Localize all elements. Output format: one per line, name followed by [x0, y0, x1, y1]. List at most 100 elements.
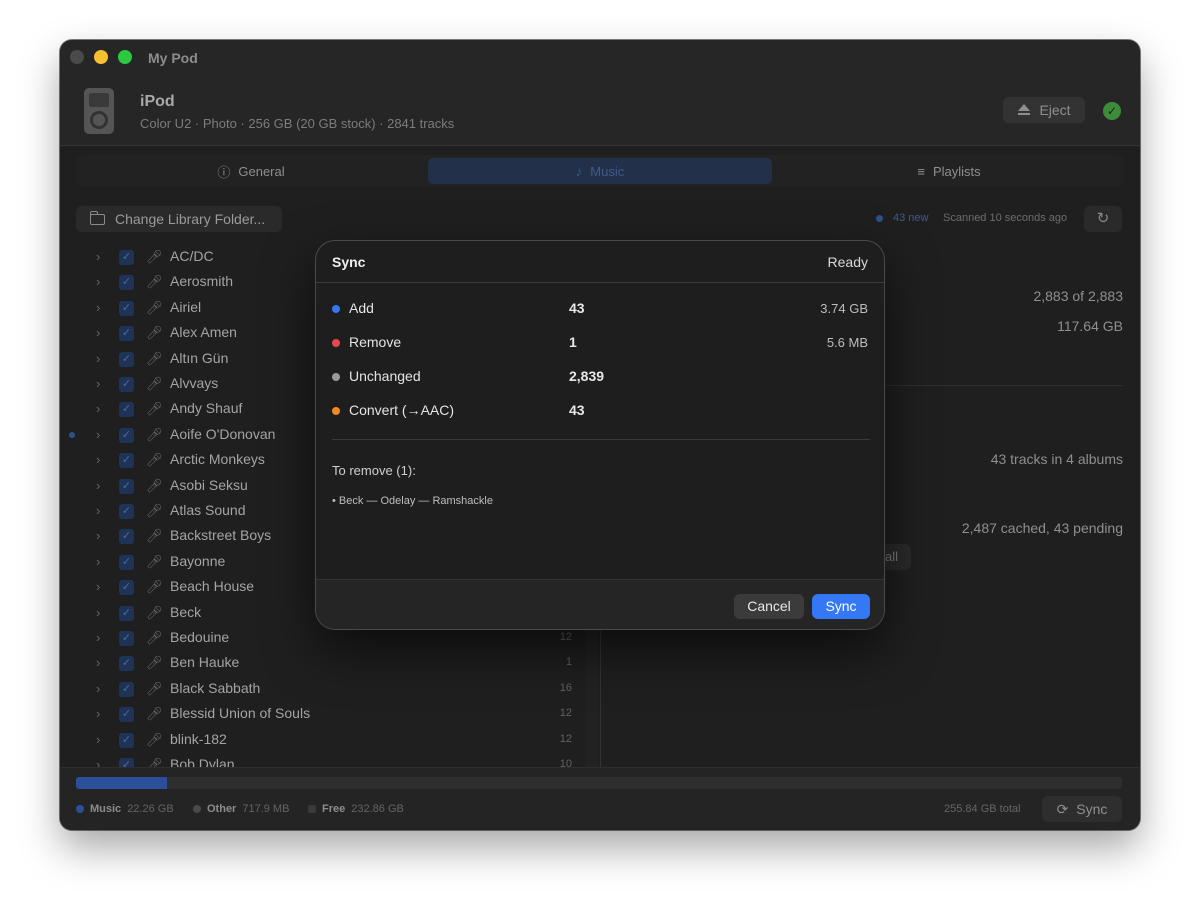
- chevron-right-icon[interactable]: ›: [96, 452, 100, 467]
- artist-checkbox[interactable]: ✓: [119, 427, 134, 443]
- artist-track-count: 12: [559, 631, 572, 643]
- artist-checkbox[interactable]: ✓: [119, 758, 134, 767]
- artist-name: Airiel: [170, 298, 202, 315]
- chevron-right-icon[interactable]: ›: [96, 249, 100, 264]
- chevron-right-icon[interactable]: ›: [96, 300, 100, 315]
- artist-checkbox[interactable]: ✓: [119, 681, 134, 697]
- artist-checkbox[interactable]: ✓: [119, 453, 134, 469]
- microphone-icon: 🎤︎: [146, 528, 163, 544]
- window-title: My Pod: [148, 50, 198, 66]
- microphone-icon: 🎤︎: [146, 274, 163, 290]
- tab-playlists[interactable]: ≡ Playlists: [774, 158, 1124, 184]
- chevron-right-icon[interactable]: ›: [96, 655, 100, 670]
- artist-checkbox[interactable]: ✓: [119, 580, 134, 596]
- sync-icon: ⟳: [1056, 800, 1069, 817]
- sync-button[interactable]: Sync: [812, 594, 870, 619]
- chevron-right-icon[interactable]: ›: [96, 503, 100, 518]
- chevron-right-icon[interactable]: ›: [96, 401, 100, 416]
- artist-checkbox[interactable]: ✓: [119, 656, 134, 672]
- artist-checkbox[interactable]: ✓: [119, 631, 134, 646]
- status-dot: [332, 373, 340, 381]
- new-tracks-summary: 43 tracks in 4 albums: [990, 451, 1123, 467]
- new-indicator-dot: [876, 215, 883, 222]
- dialog-status: Ready: [827, 254, 868, 270]
- chevron-right-icon[interactable]: ›: [96, 630, 100, 645]
- chevron-right-icon[interactable]: ›: [96, 554, 100, 569]
- legend-label: Other: [207, 803, 237, 815]
- remove-list-title: To remove (1):: [332, 463, 416, 478]
- artist-name: Blessid Union of Souls: [170, 705, 311, 722]
- chevron-right-icon[interactable]: ›: [96, 528, 100, 543]
- artist-row[interactable]: › ✓ 🎤︎ Ben Hauke 1: [60, 651, 586, 676]
- artist-track-count: 10: [559, 758, 572, 767]
- artist-checkbox[interactable]: ✓: [119, 275, 134, 291]
- microphone-icon: 🎤︎: [146, 325, 163, 341]
- microphone-icon: 🎤︎: [146, 579, 163, 595]
- artist-checkbox[interactable]: ✓: [119, 351, 134, 367]
- artist-track-count: 1: [565, 656, 572, 669]
- device-name: iPod: [140, 93, 175, 110]
- maximize-window-button[interactable]: [118, 50, 132, 64]
- artist-row[interactable]: › ✓ 🎤︎ Black Sabbath 16: [60, 677, 586, 702]
- artist-checkbox[interactable]: ✓: [119, 554, 134, 570]
- sync-row-count: 43: [569, 300, 585, 316]
- sync-label: Sync: [1076, 801, 1108, 817]
- artist-row[interactable]: › ✓ 🎤︎ Bob Dylan 10: [60, 753, 586, 767]
- chevron-right-icon[interactable]: ›: [96, 478, 100, 493]
- artist-checkbox[interactable]: ✓: [119, 529, 134, 545]
- microphone-icon: 🎤︎: [146, 452, 163, 468]
- all-button[interactable]: all: [883, 544, 911, 570]
- microphone-icon: 🎤︎: [146, 655, 163, 671]
- chevron-right-icon[interactable]: ›: [96, 757, 100, 767]
- change-library-folder-button[interactable]: Change Library Folder...: [76, 206, 282, 232]
- eject-button[interactable]: Eject: [1003, 97, 1085, 123]
- sync-row-count: 2,839: [569, 368, 605, 384]
- status-dot: [332, 339, 340, 347]
- artist-track-count: 12: [559, 707, 572, 720]
- chevron-right-icon[interactable]: ›: [96, 351, 100, 366]
- microphone-icon: 🎤︎: [146, 376, 163, 391]
- microphone-icon: 🎤︎: [146, 553, 163, 569]
- artist-checkbox[interactable]: ✓: [119, 605, 134, 621]
- chevron-right-icon[interactable]: ›: [96, 274, 100, 289]
- artist-checkbox[interactable]: ✓: [119, 732, 134, 748]
- sync-row-size: 5.6 MB: [826, 335, 868, 350]
- minimize-window-button[interactable]: [94, 50, 108, 64]
- chevron-right-icon[interactable]: ›: [96, 605, 100, 620]
- artist-name: Asobi Seksu: [170, 476, 248, 493]
- legend-value: 232.86 GB: [351, 803, 404, 815]
- refresh-button[interactable]: ↻: [1084, 206, 1122, 232]
- chevron-right-icon[interactable]: ›: [96, 732, 100, 747]
- device-subtitle: Color U2 · Photo · 256 GB (20 GB stock) …: [140, 116, 455, 131]
- chevron-right-icon[interactable]: ›: [96, 681, 100, 696]
- tab-general[interactable]: ⓘ General: [76, 158, 426, 184]
- chevron-right-icon[interactable]: ›: [96, 325, 100, 340]
- chevron-right-icon[interactable]: ›: [96, 706, 100, 721]
- artist-checkbox[interactable]: ✓: [119, 377, 134, 392]
- dialog-divider: [332, 439, 870, 440]
- artist-checkbox[interactable]: ✓: [119, 504, 134, 519]
- artist-checkbox[interactable]: ✓: [119, 326, 134, 342]
- artist-checkbox[interactable]: ✓: [119, 300, 134, 316]
- close-window-button[interactable]: [70, 50, 84, 64]
- chevron-right-icon[interactable]: ›: [96, 579, 100, 594]
- artist-checkbox[interactable]: ✓: [119, 707, 134, 723]
- music-storage-fill: [76, 777, 167, 789]
- artist-checkbox[interactable]: ✓: [119, 250, 134, 265]
- artist-checkbox[interactable]: ✓: [119, 478, 134, 494]
- cancel-button[interactable]: Cancel: [734, 594, 804, 619]
- artist-checkbox[interactable]: ✓: [119, 402, 134, 418]
- sync-row-count: 1: [569, 334, 577, 350]
- artist-name: Black Sabbath: [170, 679, 261, 696]
- legend-value: 22.26 GB: [127, 803, 174, 815]
- legend-music: Music 22.26 GB: [76, 803, 174, 815]
- refresh-icon: ↻: [1096, 210, 1110, 227]
- artist-row[interactable]: › ✓ 🎤︎ blink-182 12: [60, 728, 586, 753]
- chevron-right-icon[interactable]: ›: [96, 427, 100, 442]
- artist-row[interactable]: › ✓ 🎤︎ Blessid Union of Souls 12: [60, 702, 586, 727]
- dialog-footer: Cancel Sync: [316, 579, 884, 629]
- microphone-icon: 🎤︎: [146, 249, 163, 264]
- sync-button-footer[interactable]: ⟳ Sync: [1042, 796, 1122, 822]
- tab-music[interactable]: ♪ Music: [428, 158, 772, 184]
- chevron-right-icon[interactable]: ›: [96, 376, 100, 391]
